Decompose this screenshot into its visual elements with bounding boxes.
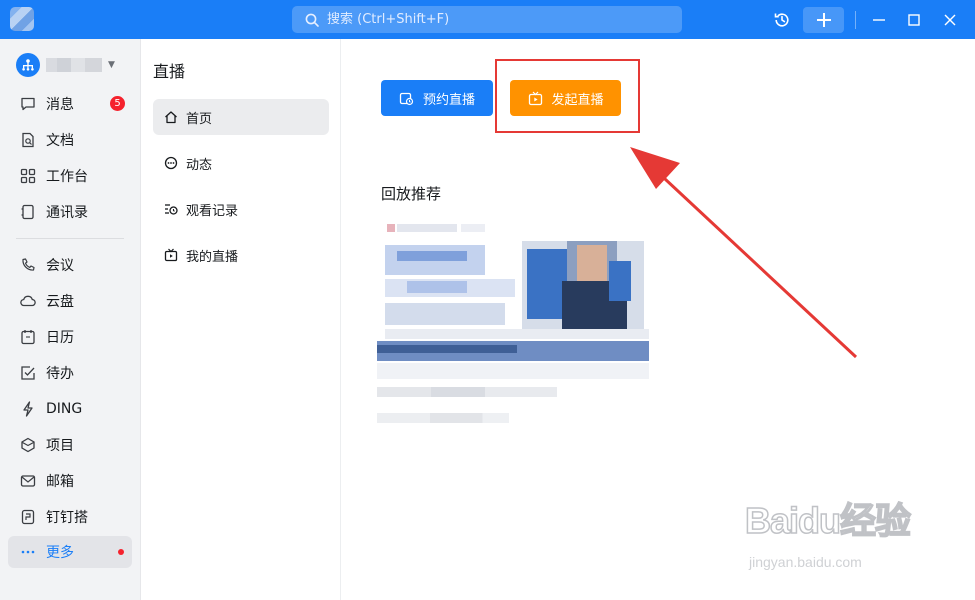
sidebar-item-label: 项目 bbox=[46, 438, 74, 454]
feed-icon bbox=[163, 155, 179, 171]
user-profile[interactable]: ▼ bbox=[16, 53, 115, 77]
sidebar-item-dingda[interactable]: 钉钉搭 bbox=[8, 501, 132, 533]
minimize-icon bbox=[873, 19, 885, 21]
sidebar-item-documents[interactable]: 文档 bbox=[8, 124, 132, 156]
dingda-icon bbox=[20, 509, 36, 525]
titlebar-divider bbox=[855, 11, 856, 29]
watermark-brand: Baidu经验 bbox=[744, 499, 912, 542]
project-icon bbox=[20, 437, 36, 453]
message-icon bbox=[20, 96, 36, 112]
workbench-icon bbox=[20, 168, 36, 184]
close-button[interactable] bbox=[939, 7, 961, 33]
minimize-button[interactable] bbox=[868, 7, 890, 33]
cloud-drive-icon bbox=[20, 293, 36, 309]
live-menu-label: 首页 bbox=[186, 111, 213, 127]
sidebar-item-cloud-drive[interactable]: 云盘 bbox=[8, 285, 132, 317]
todo-icon bbox=[20, 365, 36, 381]
baidu-watermark: Baidu经验 jingyan.baidu.com bbox=[744, 492, 925, 582]
sidebar-item-contacts[interactable]: 通讯录 bbox=[8, 196, 132, 228]
panel-title: 直播 bbox=[153, 62, 186, 81]
search-input[interactable] bbox=[325, 11, 669, 28]
sidebar-item-workbench[interactable]: 工作台 bbox=[8, 160, 132, 192]
watermark-url: jingyan.baidu.com bbox=[749, 554, 862, 570]
sidebar-item-label: 工作台 bbox=[46, 169, 88, 185]
close-icon bbox=[944, 14, 956, 26]
sidebar-item-label: 待办 bbox=[46, 366, 74, 382]
reserve-live-label: 预约直播 bbox=[422, 92, 475, 108]
sidebar-item-label: 消息 bbox=[46, 97, 74, 113]
sidebar-item-project[interactable]: 项目 bbox=[8, 429, 132, 461]
maximize-icon bbox=[908, 14, 920, 26]
annotation-highlight-box bbox=[495, 59, 640, 133]
history-icon bbox=[774, 13, 789, 27]
search-box[interactable] bbox=[292, 6, 682, 33]
meeting-icon bbox=[20, 257, 36, 273]
sidebar-item-label: 钉钉搭 bbox=[46, 510, 88, 526]
reserve-live-button[interactable]: 预约直播 bbox=[381, 80, 493, 116]
replay-thumbnail[interactable] bbox=[377, 221, 649, 379]
sidebar-item-label: 邮箱 bbox=[46, 474, 74, 490]
sidebar-item-label: DING bbox=[46, 401, 83, 417]
title-bar bbox=[0, 0, 975, 39]
ding-icon bbox=[20, 401, 36, 417]
live-menu-label: 我的直播 bbox=[186, 249, 239, 265]
mail-icon bbox=[20, 473, 36, 489]
sidebar-item-calendar[interactable]: 日历 bbox=[8, 321, 132, 353]
contacts-icon bbox=[20, 204, 36, 220]
sidebar-item-label: 日历 bbox=[46, 330, 74, 346]
search-icon bbox=[305, 13, 319, 27]
notification-dot bbox=[118, 549, 124, 555]
sidebar-item-label: 文档 bbox=[46, 133, 74, 149]
maximize-button[interactable] bbox=[903, 7, 925, 33]
sidebar-item-meeting[interactable]: 会议 bbox=[8, 249, 132, 281]
annotation-arrow bbox=[630, 147, 858, 359]
sidebar-item-label: 会议 bbox=[46, 258, 74, 274]
sidebar-item-mail[interactable]: 邮箱 bbox=[8, 465, 132, 497]
live-menu-watch-history[interactable]: 观看记录 bbox=[153, 191, 329, 227]
live-menu-home[interactable]: 首页 bbox=[153, 99, 329, 135]
avatar[interactable] bbox=[16, 53, 40, 77]
replay-section-title: 回放推荐 bbox=[381, 185, 442, 203]
watch-history-icon bbox=[163, 201, 179, 217]
replay-title-blurred bbox=[377, 387, 557, 397]
unread-badge: 5 bbox=[110, 96, 125, 111]
sidebar-item-label: 更多 bbox=[46, 545, 74, 561]
plus-icon bbox=[816, 13, 831, 27]
app-logo bbox=[10, 7, 34, 31]
sidebar-divider bbox=[16, 238, 124, 239]
sidebar-item-ding[interactable]: DING bbox=[8, 393, 132, 425]
live-menu-feed[interactable]: 动态 bbox=[153, 145, 329, 181]
replay-meta-blurred bbox=[377, 413, 509, 423]
user-name-blurred bbox=[46, 58, 102, 72]
sidebar-item-label: 通讯录 bbox=[46, 205, 88, 221]
my-live-icon bbox=[163, 247, 179, 263]
live-menu-label: 观看记录 bbox=[186, 203, 239, 219]
more-icon bbox=[20, 544, 36, 560]
live-menu-label: 动态 bbox=[186, 157, 213, 173]
caret-down-icon[interactable]: ▼ bbox=[108, 60, 115, 70]
sidebar-item-messages[interactable]: 消息 5 bbox=[8, 88, 132, 120]
home-icon bbox=[163, 109, 179, 125]
sidebar-item-label: 云盘 bbox=[46, 294, 74, 310]
calendar-icon bbox=[20, 329, 36, 345]
sidebar-item-more[interactable]: 更多 bbox=[8, 536, 132, 568]
live-menu-my-live[interactable]: 我的直播 bbox=[153, 237, 329, 273]
live-menu-panel: 直播 首页 动态 观看记录 我的直播 bbox=[141, 39, 341, 600]
sidebar-item-todo[interactable]: 待办 bbox=[8, 357, 132, 389]
document-icon bbox=[20, 132, 36, 148]
history-button[interactable] bbox=[770, 7, 794, 33]
create-button[interactable] bbox=[803, 7, 844, 33]
org-icon bbox=[22, 59, 34, 71]
main-sidebar: ▼ 消息 5 文档 工作台 通讯录 会议 云盘 日历 待办 DING 项目 邮箱… bbox=[0, 39, 141, 600]
reserve-live-icon bbox=[399, 90, 415, 106]
